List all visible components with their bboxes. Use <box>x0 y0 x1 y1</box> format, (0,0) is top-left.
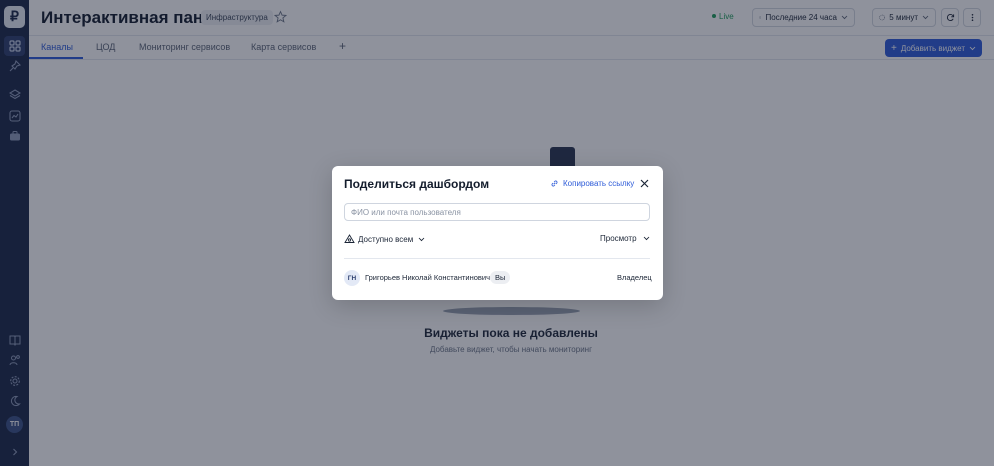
modal-divider <box>344 258 650 259</box>
globe-icon <box>344 234 355 243</box>
member-avatar: ГН <box>344 270 360 286</box>
modal-title: Поделиться дашбордом <box>344 177 490 191</box>
user-search-input[interactable] <box>344 203 650 221</box>
permission-select[interactable]: Просмотр <box>600 234 650 243</box>
copy-link-button[interactable]: Копировать ссылку <box>550 179 634 188</box>
member-name: Григорьев Николай Константинович <box>365 273 490 282</box>
chevron-down-icon <box>418 237 428 242</box>
member-role: Владелец <box>617 273 652 282</box>
share-dashboard-modal: Поделиться дашбордом Копировать ссылку Д… <box>332 166 663 300</box>
close-icon[interactable] <box>639 178 650 189</box>
you-badge: Вы <box>490 271 511 284</box>
link-icon <box>551 180 558 187</box>
chevron-down-icon <box>643 236 650 241</box>
access-level-select[interactable]: Доступно всем <box>344 234 428 244</box>
